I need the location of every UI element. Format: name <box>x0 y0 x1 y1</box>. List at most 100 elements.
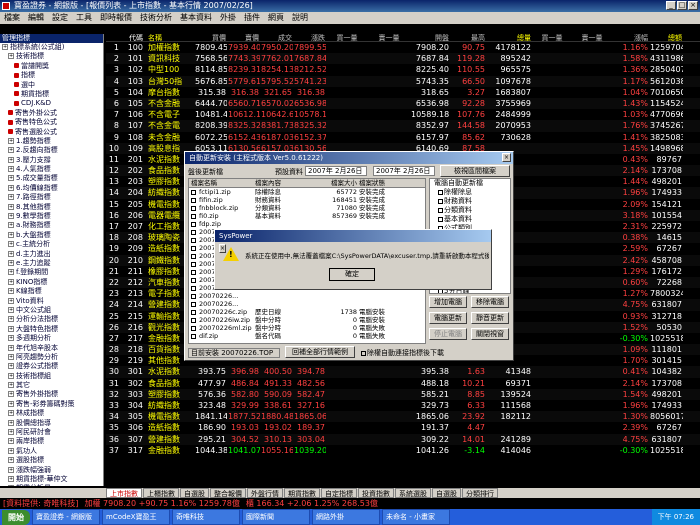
expand-toggle-icon[interactable]: + <box>8 419 14 426</box>
expand-toggle-icon[interactable]: + <box>8 137 14 144</box>
sidebar-tree-item[interactable]: + b.大盤指標 <box>0 231 103 240</box>
market-tab[interactable]: 自選股 <box>432 488 461 498</box>
remove-computer-button[interactable]: 移除電腦 <box>471 296 509 308</box>
sidebar-tree-item[interactable]: + Vito資料 <box>0 297 103 306</box>
expand-toggle-icon[interactable]: + <box>8 363 14 370</box>
expand-toggle-icon[interactable]: + <box>8 250 14 257</box>
file-checkbox[interactable] <box>191 269 196 275</box>
file-checkbox[interactable] <box>191 309 196 315</box>
expand-toggle-icon[interactable]: + <box>2 44 8 50</box>
sidebar-tree-item[interactable]: 寄售特色公式 <box>0 118 103 127</box>
table-row[interactable]: 3 102 中型100 8114.85 8239.31 8254.13 8212.52 822… <box>106 64 700 75</box>
sidebar-tree-item[interactable]: + 年代旭辛股本 <box>0 344 103 353</box>
file-row[interactable]: fctipi1.zip 除權除息 65772 安裝完成 <box>189 188 425 196</box>
start-button[interactable]: 開始 <box>2 509 30 525</box>
sidebar-tree-item[interactable]: + K線指標 <box>0 287 103 296</box>
file-checkbox[interactable] <box>191 237 196 243</box>
file-checkbox[interactable] <box>191 277 196 283</box>
sidebar-tree-item[interactable]: + 技術指標 <box>0 52 103 61</box>
expand-toggle-icon[interactable]: + <box>8 457 14 464</box>
column-header[interactable]: 漲幅 <box>612 34 649 41</box>
expand-toggle-icon[interactable]: + <box>8 203 14 210</box>
expand-toggle-icon[interactable]: + <box>8 156 14 163</box>
table-row[interactable]: 31 302 食品指數 477.97 486.84 491.33 482.56 488.18 1… <box>106 378 700 389</box>
auto-download-checkbox[interactable]: 除權自動連接指標後下載 <box>361 348 444 358</box>
menu-item[interactable]: 網頁 <box>264 12 288 24</box>
file-checkbox[interactable] <box>191 253 196 259</box>
file-checkbox[interactable] <box>191 205 196 211</box>
sidebar-tree-item[interactable]: CDJ.K&D <box>0 99 103 108</box>
file-column-header[interactable]: 檔案名稱 <box>189 179 253 187</box>
file-row[interactable]: 20070226... <box>189 300 425 308</box>
file-row[interactable]: 20070226... <box>189 292 425 300</box>
computer-update-button[interactable]: 電腦更新 <box>429 312 467 324</box>
sidebar-tree-item[interactable]: + 寄售外掛指標 <box>0 390 103 399</box>
file-column-header[interactable]: 檔案大小 <box>295 179 357 187</box>
table-row[interactable]: 1 100 加權指數 7809.45 7939.40 7950.20 7899.55 7908… <box>106 42 700 53</box>
market-tab[interactable]: 期貨指數 <box>284 488 320 498</box>
file-checkbox[interactable] <box>191 317 196 323</box>
expand-toggle-icon[interactable]: + <box>8 429 14 436</box>
column-header[interactable]: 最高 <box>450 34 486 41</box>
market-tab[interactable]: 自定指標 <box>321 488 357 498</box>
file-row[interactable]: fifin.zip 財務資料 168451 安裝完成 <box>189 196 425 204</box>
column-header[interactable]: 賣價 <box>227 34 260 41</box>
sidebar-tree-item[interactable]: + 阿民研討會 <box>0 428 103 437</box>
market-tab[interactable]: 整合報價 <box>210 488 246 498</box>
column-header[interactable] <box>106 34 120 41</box>
sidebar-tree-item[interactable]: + 氣功人 <box>0 447 103 456</box>
sidebar-tree-item[interactable]: + e.主力追蹤 <box>0 259 103 268</box>
sidebar-tree-item[interactable]: 當譜開獎 <box>0 62 103 71</box>
column-header[interactable]: 名稱 <box>144 34 194 41</box>
column-header[interactable]: 買一量 <box>326 34 368 41</box>
file-checkbox[interactable] <box>191 301 196 307</box>
menu-item[interactable]: 外掛 <box>216 12 240 24</box>
view-range-files-button[interactable]: 檢視區間檔案 <box>440 165 510 177</box>
file-checkbox[interactable] <box>191 333 196 339</box>
file-checkbox[interactable] <box>191 325 196 331</box>
file-checkbox[interactable] <box>191 189 196 195</box>
expand-toggle-icon[interactable]: + <box>8 166 14 173</box>
file-row[interactable]: dif.zip 盤名代碼 0 電腦失敗 <box>189 332 425 340</box>
file-checkbox[interactable] <box>191 197 196 203</box>
sidebar-tree-item[interactable]: 寄售外掛公式 <box>0 109 103 118</box>
update-option-item[interactable]: 分類資料 <box>434 206 510 215</box>
sidebar-tree-item[interactable]: + 兩岸指標 <box>0 437 103 446</box>
checkbox-box[interactable] <box>361 350 366 356</box>
menu-item[interactable]: 插件 <box>240 12 264 24</box>
column-header[interactable]: 漲跌 <box>293 34 326 41</box>
file-checkbox[interactable] <box>191 245 196 251</box>
menu-item[interactable]: 即時報價 <box>96 12 136 24</box>
expand-toggle-icon[interactable]: + <box>8 400 14 407</box>
sidebar-tree-item[interactable]: + 選股指標 <box>0 456 103 465</box>
menu-item[interactable]: 工具 <box>72 12 96 24</box>
sidebar-tree-item[interactable]: + 大盤特色指標 <box>0 325 103 334</box>
close-window-button[interactable]: 關閉視窗 <box>471 328 509 340</box>
file-row[interactable]: fi0.zip 基本資料 857369 安裝完成 <box>189 212 425 220</box>
maximize-button[interactable]: □ <box>677 1 687 10</box>
sidebar-tree-item[interactable]: 指標 <box>0 71 103 80</box>
market-tab[interactable]: 外盤行情 <box>247 488 283 498</box>
sidebar-tree-item[interactable]: +期貨分析員 <box>0 484 103 486</box>
menu-item[interactable]: 說明 <box>288 12 312 24</box>
update-option-item[interactable]: 基本資料 <box>434 215 510 224</box>
expand-toggle-icon[interactable]: + <box>8 466 14 473</box>
file-row[interactable]: fdp.zip <box>189 220 425 228</box>
sidebar-tree-item[interactable]: +3.壓力支撐 <box>0 156 103 165</box>
table-row[interactable]: 36 307 營建指數 295.21 304.52 310.13 303.04 309.22 1… <box>106 433 700 445</box>
table-row[interactable]: 5 104 摩台指數 315.38 316.38 321.65 316.38 318.65 3.… <box>106 87 700 98</box>
expand-toggle-icon[interactable]: + <box>8 372 14 379</box>
sidebar-tree-item[interactable]: +9.數學指標 <box>0 212 103 221</box>
expand-toggle-icon[interactable]: + <box>8 147 14 154</box>
file-row[interactable]: 20070226iw.zip 盤中分時 0 電腦安裝 <box>189 316 425 324</box>
date-from-field[interactable]: 2007年 2月26日 <box>305 166 367 176</box>
expand-toggle-icon[interactable]: + <box>8 475 14 482</box>
sidebar-tree-item[interactable]: + 股價總指導 <box>0 419 103 428</box>
expand-toggle-icon[interactable]: + <box>8 382 14 389</box>
file-checkbox[interactable] <box>191 293 196 299</box>
sidebar-tree-item[interactable]: +6.均價線指標 <box>0 184 103 193</box>
menu-item[interactable]: 設定 <box>48 12 72 24</box>
table-row[interactable]: 32 303 塑膠指數 576.36 582.80 590.09 582.47 585.21 8… <box>106 388 700 400</box>
market-tab[interactable]: 投資指數 <box>358 488 394 498</box>
update-option-item[interactable]: 除權除息 <box>434 188 510 197</box>
